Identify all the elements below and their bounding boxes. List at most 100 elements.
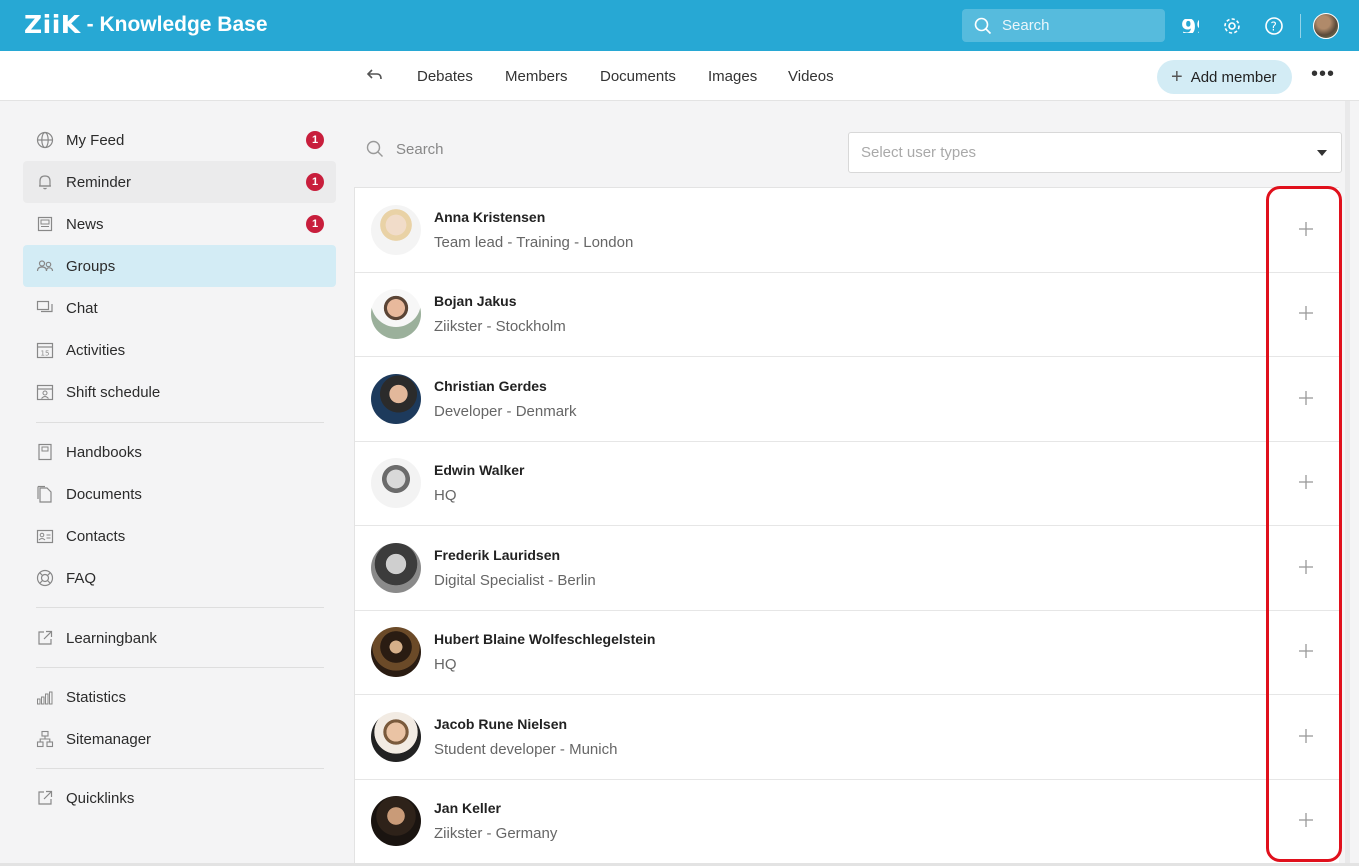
user-avatar[interactable] bbox=[1313, 13, 1339, 39]
add-member-button[interactable]: + Add member bbox=[1157, 60, 1292, 94]
sidebar-divider bbox=[36, 607, 324, 608]
member-row: Frederik Lauridsen Digital Specialist - … bbox=[355, 526, 1340, 611]
sidebar-item-quicklinks[interactable]: Quicklinks bbox=[23, 777, 336, 819]
plus-icon: + bbox=[1171, 66, 1183, 88]
sidebar-item-shift-schedule[interactable]: Shift schedule bbox=[23, 371, 336, 413]
sidebar-item-label: FAQ bbox=[66, 569, 97, 587]
sidebar-item-reminder[interactable]: Reminder 1 bbox=[23, 161, 336, 203]
member-name: Christian Gerdes bbox=[434, 378, 547, 394]
tab-debates[interactable]: Debates bbox=[417, 68, 473, 85]
member-role: HQ bbox=[434, 487, 457, 504]
app-title: - Knowledge Base bbox=[86, 12, 268, 36]
member-row: Bojan Jakus Ziikster - Stockholm bbox=[355, 272, 1340, 357]
bell-icon bbox=[36, 173, 54, 191]
member-role: Team lead - Training - London bbox=[434, 234, 634, 251]
sidebar-item-learningbank[interactable]: Learningbank bbox=[23, 617, 336, 659]
sidebar-item-label: Sitemanager bbox=[66, 730, 152, 748]
scrollbar-track[interactable] bbox=[1345, 101, 1350, 866]
tab-members[interactable]: Members bbox=[505, 68, 568, 85]
calendar-day: 15 bbox=[41, 350, 50, 358]
documents-icon bbox=[36, 485, 54, 503]
member-role: Digital Specialist - Berlin bbox=[434, 572, 596, 589]
ziik-logo: ZiiK bbox=[24, 10, 81, 39]
sidebar-item-label: Reminder bbox=[66, 173, 132, 191]
sidebar-item-label: Documents bbox=[66, 485, 142, 503]
external-link-icon bbox=[36, 789, 54, 807]
sidebar-divider bbox=[36, 768, 324, 769]
sidebar-item-label: Activities bbox=[66, 341, 126, 359]
member-name: Jan Keller bbox=[434, 800, 501, 816]
sidebar-item-label: News bbox=[66, 215, 104, 233]
member-avatar bbox=[371, 289, 421, 339]
contacts-icon bbox=[36, 527, 54, 545]
sidebar-item-activities[interactable]: 15 Activities bbox=[23, 329, 336, 371]
sidebar-item-sitemanager[interactable]: Sitemanager bbox=[23, 718, 336, 760]
member-row: Hubert Blaine Wolfeschlegelstein HQ bbox=[355, 610, 1340, 695]
member-row: Jan Keller Ziikster - Germany bbox=[355, 779, 1340, 864]
sidebar-item-label: Statistics bbox=[66, 688, 127, 706]
calendar-icon: 15 bbox=[36, 341, 54, 359]
member-row: Christian Gerdes Developer - Denmark bbox=[355, 357, 1340, 442]
chevron-down-icon bbox=[1317, 150, 1327, 156]
global-search-input[interactable]: Search bbox=[962, 9, 1165, 42]
svg-text:99: 99 bbox=[1181, 19, 1199, 33]
help-icon[interactable]: ? bbox=[1262, 14, 1286, 38]
member-role: Developer - Denmark bbox=[434, 403, 577, 420]
sidebar-item-statistics[interactable]: Statistics bbox=[23, 676, 336, 718]
member-name: Hubert Blaine Wolfeschlegelstein bbox=[434, 631, 656, 647]
sidebar-item-label: Contacts bbox=[66, 527, 126, 545]
search-icon bbox=[366, 140, 383, 157]
gear-icon[interactable] bbox=[1220, 14, 1244, 38]
member-name: Edwin Walker bbox=[434, 462, 525, 478]
groups-icon bbox=[36, 257, 54, 275]
sidebar-item-label: My Feed bbox=[66, 131, 125, 149]
more-options-icon[interactable]: ••• bbox=[1311, 63, 1335, 86]
search-icon bbox=[974, 17, 992, 34]
tab-images[interactable]: Images bbox=[708, 68, 757, 85]
sidebar-item-label: Quicklinks bbox=[66, 789, 135, 807]
sitemap-icon bbox=[36, 730, 54, 748]
sidebar-item-faq[interactable]: FAQ bbox=[23, 557, 336, 599]
sidebar-item-label: Learningbank bbox=[66, 629, 157, 647]
notification-badge: 1 bbox=[306, 215, 324, 233]
brand[interactable]: ZiiK - Knowledge Base bbox=[24, 10, 268, 39]
sidebar-item-documents[interactable]: Documents bbox=[23, 473, 336, 515]
quote-icon[interactable]: 99 bbox=[1178, 14, 1202, 38]
member-row: Jacob Rune Nielsen Student developer - M… bbox=[355, 695, 1340, 780]
sidebar-item-handbooks[interactable]: Handbooks bbox=[23, 431, 336, 473]
top-bar: ZiiK - Knowledge Base Search 99 ? bbox=[0, 0, 1359, 51]
member-search-placeholder: Search bbox=[396, 140, 444, 158]
sidebar-item-chat[interactable]: Chat bbox=[23, 287, 336, 329]
user-type-select[interactable]: Select user types bbox=[848, 132, 1342, 173]
sidebar-item-contacts[interactable]: Contacts bbox=[23, 515, 336, 557]
tab-videos[interactable]: Videos bbox=[788, 68, 834, 85]
member-search-input[interactable]: Search bbox=[366, 140, 444, 158]
top-divider bbox=[1300, 14, 1301, 38]
sidebar-item-label: Chat bbox=[66, 299, 98, 317]
member-avatar bbox=[371, 712, 421, 762]
sidebar-item-label: Handbooks bbox=[66, 443, 142, 461]
member-avatar bbox=[371, 374, 421, 424]
sidebar-divider bbox=[36, 422, 324, 423]
highlight-annotation bbox=[1266, 186, 1342, 862]
chat-icon bbox=[36, 299, 54, 317]
notification-badge: 1 bbox=[306, 131, 324, 149]
member-name: Bojan Jakus bbox=[434, 293, 517, 309]
member-role: Ziikster - Germany bbox=[434, 825, 558, 842]
sidebar: My Feed 1 Reminder 1 News 1 Groups Chat … bbox=[0, 101, 350, 866]
member-avatar bbox=[371, 543, 421, 593]
sidebar-item-news[interactable]: News 1 bbox=[23, 203, 336, 245]
external-link-icon bbox=[36, 629, 54, 647]
sidebar-item-groups[interactable]: Groups bbox=[23, 245, 336, 287]
member-avatar bbox=[371, 205, 421, 255]
user-type-placeholder: Select user types bbox=[861, 144, 977, 161]
member-row: Anna Kristensen Team lead - Training - L… bbox=[355, 188, 1340, 273]
news-icon bbox=[36, 215, 54, 233]
member-avatar bbox=[371, 627, 421, 677]
member-role: HQ bbox=[434, 656, 457, 673]
handbook-icon bbox=[36, 443, 54, 461]
sidebar-item-my-feed[interactable]: My Feed 1 bbox=[23, 119, 336, 161]
tab-documents[interactable]: Documents bbox=[600, 68, 676, 85]
lifebuoy-icon bbox=[36, 569, 54, 587]
back-arrow-icon[interactable] bbox=[366, 66, 384, 89]
